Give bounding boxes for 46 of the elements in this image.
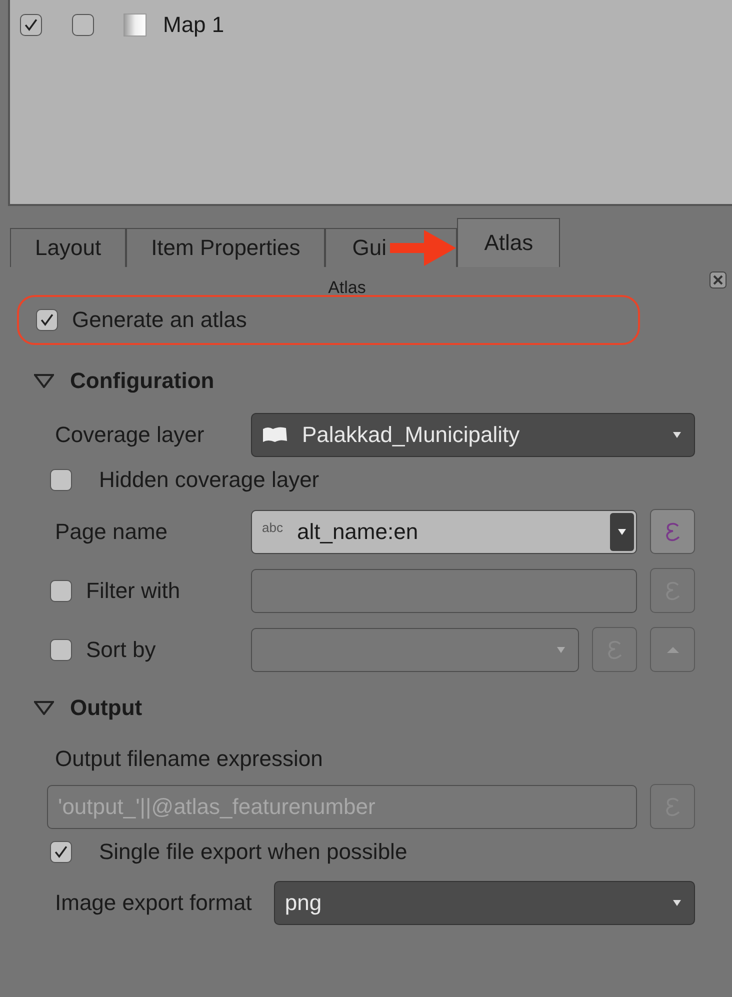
checkbox-label: Single file export when possible: [99, 839, 408, 865]
visibility-checkbox[interactable]: [20, 14, 42, 36]
section-title: Output: [70, 695, 142, 721]
tab[interactable]: Atlas: [457, 218, 560, 267]
checkbox-label: Hidden coverage layer: [99, 467, 320, 493]
checkbox[interactable]: [50, 841, 72, 863]
check-icon: [52, 843, 70, 861]
field-label: Page name: [54, 518, 169, 544]
input-field[interactable]: [251, 568, 637, 612]
panel-title: Atlas: [328, 278, 366, 297]
checkbox[interactable]: [50, 469, 72, 491]
dropdown-value: png: [284, 890, 323, 916]
dropdown-value: alt_name:en: [296, 518, 420, 544]
dropdown-value: Palakkad_Municipality: [302, 422, 521, 448]
close-icon[interactable]: [709, 271, 727, 289]
expression-button[interactable]: [650, 509, 695, 554]
checkbox[interactable]: [50, 638, 72, 660]
dropdown[interactable]: Palakkad_Municipality: [251, 413, 695, 457]
caret-icon: [617, 528, 627, 536]
field-label: Image export format: [54, 890, 252, 916]
tab[interactable]: Gui: [325, 228, 458, 267]
dropdown[interactable]: abc alt_name:en: [251, 510, 637, 554]
field-label: Coverage layer: [54, 422, 206, 448]
caret-icon: [672, 431, 682, 439]
map-item-icon: [123, 13, 147, 37]
checkbox[interactable]: [50, 580, 72, 602]
check-icon: [38, 311, 56, 329]
check-icon: [22, 16, 40, 34]
field-type-label: abc: [262, 520, 283, 534]
field-label: Output filename expression: [55, 746, 323, 772]
caret-icon: [672, 899, 682, 907]
up-triangle-icon: [666, 646, 680, 654]
collapse-triangle-icon[interactable]: [34, 374, 54, 388]
dropdown-arrow-button[interactable]: [610, 512, 634, 550]
checkbox-label: Filter with: [86, 578, 180, 604]
lock-checkbox[interactable]: [72, 14, 94, 36]
tab[interactable]: Layout: [10, 228, 126, 267]
tab[interactable]: Item Properties: [126, 228, 326, 267]
checkbox-label: Generate an atlas: [72, 307, 247, 333]
caret-icon: [556, 646, 566, 654]
checkbox-label: Sort by: [86, 636, 156, 662]
item-name[interactable]: Map 1: [163, 12, 224, 38]
dropdown[interactable]: png: [274, 881, 695, 925]
collapse-triangle-icon[interactable]: [34, 701, 54, 715]
checkbox[interactable]: [36, 309, 58, 331]
section-title: Configuration: [70, 368, 214, 394]
